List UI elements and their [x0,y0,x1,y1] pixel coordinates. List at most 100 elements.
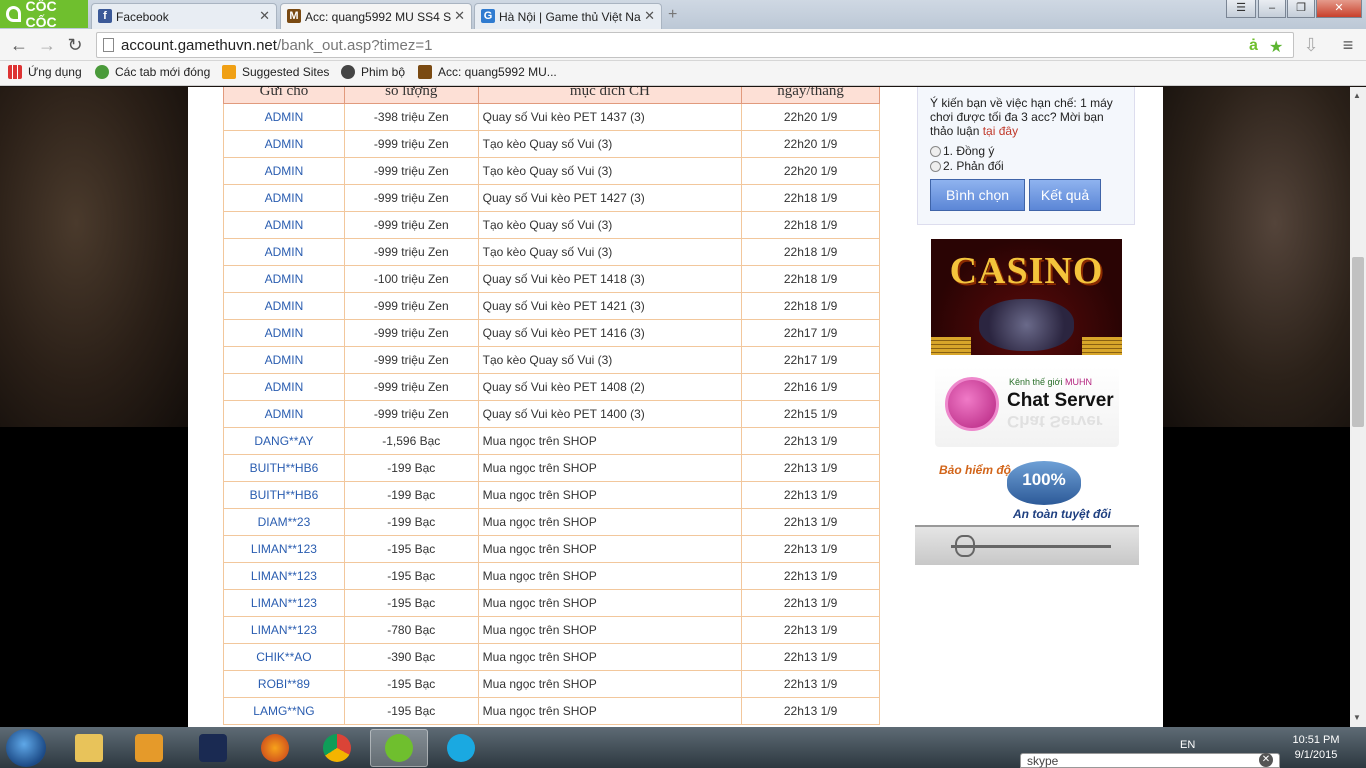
taskbar-explorer[interactable] [60,729,118,767]
close-icon[interactable]: ✕ [1259,753,1273,767]
taskbar-media-player[interactable] [120,729,178,767]
recipient-cell[interactable]: ROBI**89 [223,670,345,698]
minimize-icon[interactable]: – [1258,0,1286,18]
recipient-cell[interactable]: ADMIN [223,130,345,158]
tab-gamethuvn[interactable]: G Hà Nội | Game thủ Việt Na ✕ [474,3,662,29]
recipient-cell[interactable]: ADMIN [223,373,345,401]
taskbar-firefox[interactable] [246,729,304,767]
recipient-cell[interactable]: LIMAN**123 [223,535,345,563]
header-date: ngày/tháng [741,87,880,104]
bookmark-phim-bo[interactable]: Phim bộ [341,65,405,79]
close-tab-icon[interactable]: ✕ [454,8,465,24]
table-row: ADMIN -100 triệu Zen Quay số Vui kèo PET 1… [223,265,880,293]
bookmark-mu-account[interactable]: Acc: quang5992 MU... [418,65,557,79]
recipient-cell[interactable]: ADMIN [223,346,345,374]
tab-mu-account[interactable]: M Acc: quang5992 MU SS4 S ✕ [280,3,472,29]
menu-icon[interactable]: ☰ [1226,0,1256,18]
scroll-down-icon[interactable]: ▼ [1353,713,1361,722]
recipient-cell[interactable]: LAMG**NG [223,697,345,725]
back-icon[interactable]: ← [8,34,30,56]
header-recipient: Gửi cho [223,87,345,104]
skype-notification[interactable]: skype ✕ [1020,753,1280,768]
bookmark-suggested-sites[interactable]: Suggested Sites [222,65,329,79]
taskbar-chrome[interactable] [308,729,366,767]
date-cell: 22h13 1/9 [741,481,880,509]
amount-cell: -195 Bạc [343,562,479,590]
poll-discuss-link[interactable]: tại đây [983,124,1018,138]
page-icon [103,38,114,52]
recipient-cell[interactable]: ADMIN [223,211,345,239]
language-indicator[interactable]: EN [1180,739,1195,751]
vietnamese-input-icon[interactable]: ȧ [1249,37,1258,55]
radio-disagree[interactable] [930,160,941,172]
reload-icon[interactable]: ↻ [64,34,86,56]
restore-icon[interactable]: ❐ [1287,0,1315,18]
casino-banner[interactable]: CASINO [931,239,1122,355]
bookmark-star-icon[interactable]: ★ [1269,37,1283,57]
date-cell: 22h20 1/9 [741,103,880,131]
chrome-icon [323,734,351,762]
header-amount: số lượng [343,87,479,104]
tab-facebook[interactable]: f Facebook ✕ [91,3,277,29]
purpose-cell: Mua ngọc trên SHOP [477,616,743,644]
chat-server-banner[interactable]: Kênh thế giới MUHN Chat Server Chat Serv… [935,367,1119,447]
recipient-cell[interactable]: ADMIN [223,292,345,320]
recipient-cell[interactable]: ADMIN [223,265,345,293]
purpose-cell: Quay số Vui kèo PET 1416 (3) [477,319,743,347]
recipient-cell[interactable]: ADMIN [223,103,345,131]
recipient-cell[interactable]: ADMIN [223,184,345,212]
purpose-cell: Tạo kèo Quay số Vui (3) [477,157,743,185]
table-row: LIMAN**123 -780 Bạc Mua ngọc trên SHOP 22h1… [223,616,880,644]
recipient-cell[interactable]: LIMAN**123 [223,589,345,617]
recipient-cell[interactable]: CHIK**AO [223,643,345,671]
recipient-cell[interactable]: LIMAN**123 [223,616,345,644]
date-cell: 22h17 1/9 [741,346,880,374]
scroll-up-icon[interactable]: ▲ [1353,91,1361,100]
vertical-scrollbar[interactable]: ▲ ▼ [1350,87,1366,727]
start-button[interactable] [6,729,46,767]
new-tab-icon[interactable]: + [668,6,688,24]
system-clock[interactable]: 10:51 PM 9/1/2015 [1286,733,1346,763]
coin-stack [931,337,971,355]
recipient-cell[interactable]: DIAM**23 [223,508,345,536]
recipient-cell[interactable]: ADMIN [223,238,345,266]
date-cell: 22h20 1/9 [741,130,880,158]
table-row: LIMAN**123 -195 Bạc Mua ngọc trên SHOP 22h1… [223,589,880,617]
radio-agree[interactable] [930,145,941,157]
close-tab-icon[interactable]: ✕ [644,8,655,24]
poll-box: Ý kiến bạn về việc hạn chế: 1 máy chơi đ… [917,87,1135,225]
forward-icon[interactable]: → [36,34,58,56]
settings-menu-icon[interactable]: ≡ [1337,34,1359,56]
bookmark-apps[interactable]: Ứng dụng [8,65,82,79]
vote-button[interactable]: Bình chọn [930,179,1025,211]
result-button[interactable]: Kết quả [1029,179,1101,211]
scroll-thumb[interactable] [1352,257,1364,427]
close-tab-icon[interactable]: ✕ [259,8,270,24]
date-cell: 22h13 1/9 [741,454,880,482]
recipient-cell[interactable]: BUITH**HB6 [223,454,345,482]
chat-subtitle: Kênh thế giới MUHN [1009,377,1092,387]
recipient-cell[interactable]: DANG**AY [223,427,345,455]
recipient-cell[interactable]: LIMAN**123 [223,562,345,590]
skype-icon [447,734,475,762]
poll-option-disagree[interactable]: 2. Phản đối [930,159,1004,173]
poll-option-agree[interactable]: 1. Đồng ý [930,144,994,158]
date-cell: 22h20 1/9 [741,157,880,185]
address-bar[interactable]: account.gamethuvn.net/bank_out.asp?timez… [96,32,1294,58]
taskbar-skype[interactable] [432,729,490,767]
purpose-cell: Mua ngọc trên SHOP [477,454,743,482]
bookmark-recent-tabs[interactable]: Các tab mới đóng [95,65,210,79]
insurance-banner[interactable]: 100% Bảo hiểm độ An toàn tuyệt đối [935,459,1121,527]
date-cell: 22h13 1/9 [741,616,880,644]
date-cell: 22h13 1/9 [741,535,880,563]
download-icon[interactable]: ⇩ [1300,34,1322,56]
recipient-cell[interactable]: BUITH**HB6 [223,481,345,509]
recipient-cell[interactable]: ADMIN [223,319,345,347]
taskbar-coccoc[interactable] [370,729,428,767]
recipient-cell[interactable]: ADMIN [223,157,345,185]
film-reel-icon [341,65,355,79]
taskbar-mu-game[interactable] [184,729,242,767]
recipient-cell[interactable]: ADMIN [223,400,345,428]
coccoc-logo[interactable]: CỐC CỐC [0,0,88,30]
close-window-icon[interactable]: ✕ [1316,0,1362,18]
